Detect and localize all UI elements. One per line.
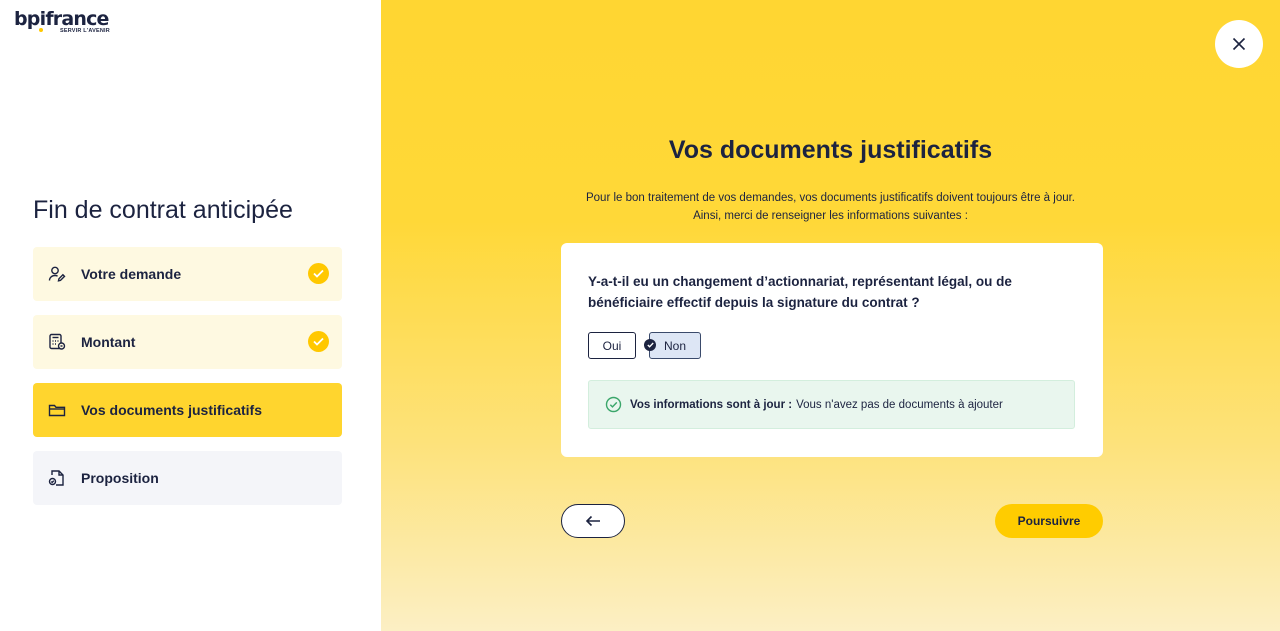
step-votre-demande[interactable]: Votre demande [33,247,342,301]
document-signature-icon [48,469,66,487]
option-oui-button[interactable]: Oui [588,332,636,359]
flow-title: Fin de contrat anticipée [33,196,293,224]
close-icon [1232,37,1246,51]
brand-name: bpifrance [14,8,109,30]
intro-text: Pour le bon traitement de vos demandes, … [381,189,1280,225]
question-text: Y-a-t-il eu un changement d’actionnariat… [588,274,1012,310]
intro-line-2: Ainsi, merci de renseigner les informati… [693,210,968,222]
check-icon [308,331,329,352]
main-panel: Vos documents justificatifs Pour le bon … [381,0,1280,631]
brand-logo[interactable]: bpifrance SERVIR L'AVENIR [14,8,110,34]
folder-icon [48,401,66,419]
page-title: Vos documents justificatifs [668,136,993,164]
brand-tagline: SERVIR L'AVENIR [60,28,110,34]
close-button[interactable] [1215,20,1263,68]
step-proposition[interactable]: Proposition [33,451,342,505]
info-banner: Vos informations sont à jour : Vous n'av… [588,380,1075,429]
step-label: Vos documents justificatifs [81,402,262,418]
step-montant[interactable]: Montant [33,315,342,369]
brand-dot [39,28,43,32]
continue-button[interactable]: Poursuivre [995,504,1103,538]
check-icon [308,263,329,284]
calculator-icon [48,333,66,351]
arrow-left-icon [585,515,600,527]
user-edit-icon [48,265,66,283]
step-label: Montant [81,334,136,350]
back-button[interactable] [561,504,625,538]
check-circle-icon [605,396,622,413]
option-label: Non [663,338,686,353]
info-text: Vous n'avez pas de documents à ajouter [796,398,1003,411]
question-card: Y-a-t-il eu un changement d’actionnariat… [561,243,1103,457]
selected-check-icon [644,339,656,351]
intro-line-1: Pour le bon traitement de vos demandes, … [585,192,1075,204]
step-label: Proposition [81,470,159,486]
step-vos-documents-justificatifs[interactable]: Vos documents justificatifs [33,383,342,437]
option-non-button[interactable]: Non [644,332,701,359]
option-label: Oui [602,338,622,353]
sidebar: bpifrance SERVIR L'AVENIR Fin de contrat… [0,0,381,631]
step-label: Votre demande [81,266,182,282]
info-title: Vos informations sont à jour : [630,398,793,411]
